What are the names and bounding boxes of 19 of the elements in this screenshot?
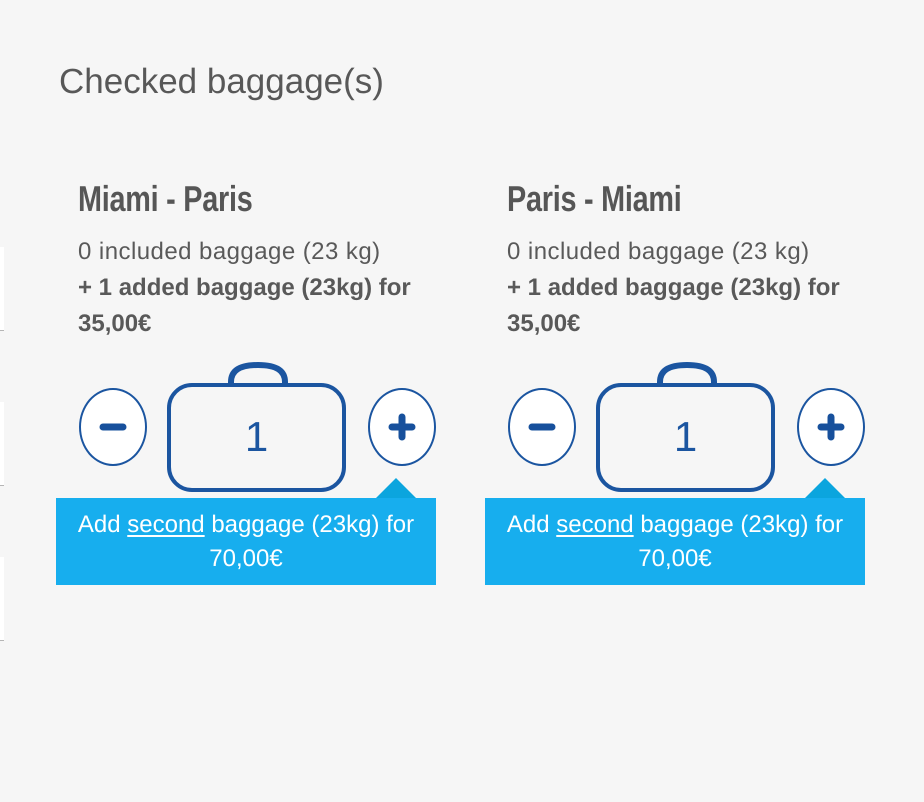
baggage-count: 1 <box>674 416 698 458</box>
plus-icon <box>817 413 845 441</box>
minus-icon <box>99 423 127 431</box>
minus-icon <box>528 423 556 431</box>
tooltip-text: Add second baggage (23kg) for 70,00€ <box>506 510 844 574</box>
tooltip-pointer <box>805 478 845 498</box>
included-baggage-text: 0 included baggage (23 kg) <box>78 237 381 267</box>
route-title: Miami - Paris <box>78 177 253 220</box>
tooltip-text: Add second baggage (23kg) for 70,00€ <box>76 510 416 574</box>
section-title: Checked baggage(s) <box>59 61 384 103</box>
added-baggage-text: + 1 added baggage (23kg) for 35,00€ <box>507 273 841 339</box>
baggage-count: 1 <box>244 416 268 458</box>
added-baggage-text: + 1 added baggage (23kg) for 35,00€ <box>78 273 412 339</box>
tooltip-pointer <box>376 478 416 498</box>
suitcase-icon <box>596 362 775 492</box>
plus-icon <box>388 413 416 441</box>
route-title: Paris - Miami <box>507 177 682 220</box>
included-baggage-text: 0 included baggage (23 kg) <box>507 237 810 267</box>
suitcase-icon <box>167 362 346 492</box>
